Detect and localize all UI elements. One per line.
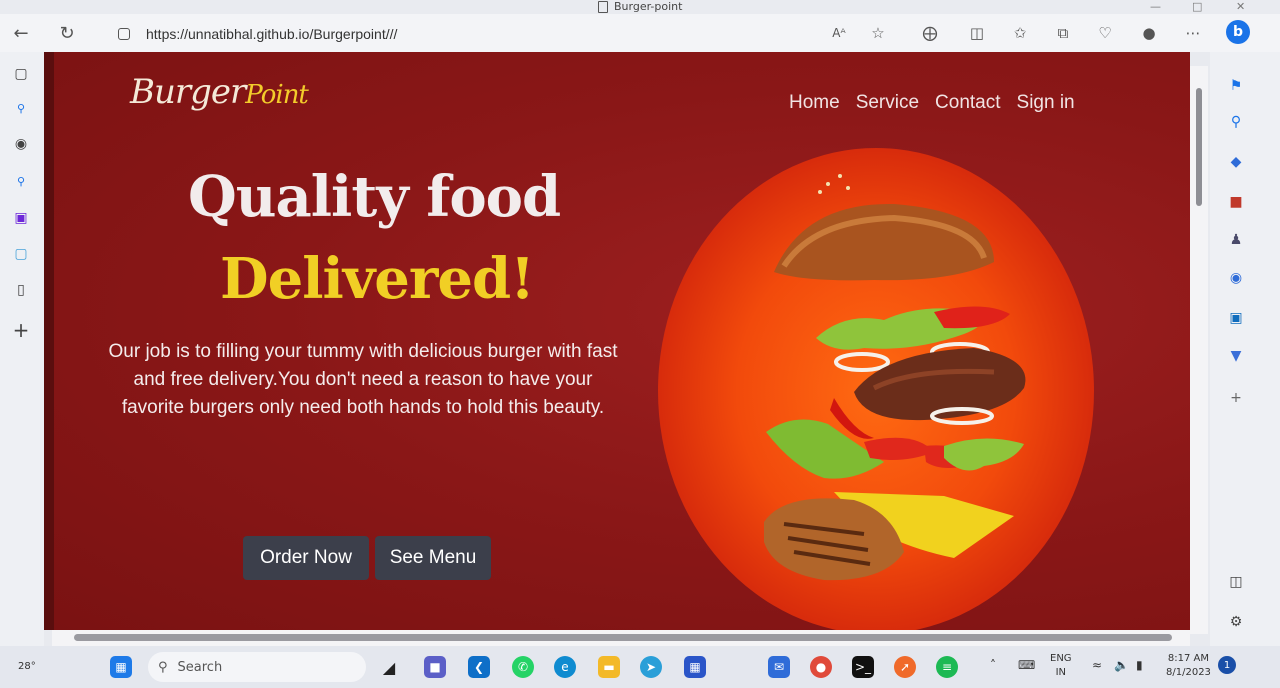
burger-illustration (764, 174, 1026, 581)
window-title-text: Burger-point (614, 0, 683, 13)
store-icon[interactable]: ▦ (684, 656, 706, 678)
postman-icon[interactable]: ➚ (894, 656, 916, 678)
hide-sidebar-icon[interactable]: ◫ (1226, 572, 1246, 592)
address-bar[interactable]: https://unnatibhal.github.io/Burgerpoint… (110, 20, 1210, 48)
site-logo[interactable]: BurgerPoint (130, 72, 309, 112)
order-now-button[interactable]: Order Now (243, 536, 369, 580)
weather-temp: 28° (18, 661, 36, 672)
chrome-icon[interactable]: ● (810, 656, 832, 678)
sidebar-search-icon[interactable]: ⚲ (1226, 112, 1246, 132)
url-text[interactable]: https://unnatibhal.github.io/Burgerpoint… (146, 26, 397, 42)
browser-toolbar: ← ↻ https://unnatibhal.github.io/Burgerp… (0, 14, 1280, 52)
edge-sidebar: ⚑ ⚲ ◆ ■ ♟ ◉ ▣ ▼ + ◫ ⚙ (1210, 52, 1280, 646)
collections-icon[interactable]: ⧉ (1054, 24, 1072, 42)
extensions-icon[interactable]: ⨁ (921, 24, 939, 42)
nav-contact-link[interactable]: Contact (935, 92, 1000, 114)
close-icon[interactable]: ✕ (1236, 0, 1245, 13)
logo-main-text: Burger (130, 72, 246, 112)
hero-heading-line1: Quality food (188, 164, 561, 230)
page-left-edge (44, 52, 54, 630)
copilot-icon[interactable]: b (1226, 20, 1250, 44)
region-code: IN (1055, 667, 1066, 678)
lock-icon[interactable] (118, 28, 130, 40)
hero-description: Our job is to filling your tummy with de… (108, 341, 618, 418)
favorite-star-icon[interactable]: ☆ (869, 24, 887, 42)
task-view-icon[interactable]: ◢ (378, 656, 400, 678)
vertical-tabs-bar: ▢ ⚲ ◉ ⚲ ▣ ▢ ▯ + (0, 52, 44, 646)
blue-tab-icon[interactable]: ▢ (11, 244, 31, 264)
website-viewport: BurgerPoint Home Service Contact Sign in… (44, 52, 1190, 630)
horizontal-scroll-thumb[interactable] (74, 634, 1172, 641)
shopping-tag-icon[interactable]: ◆ (1226, 152, 1246, 172)
search-icon: ⚲ (158, 659, 168, 675)
games-icon[interactable]: ♟ (1226, 230, 1246, 250)
taskbar-search-text: Search (177, 659, 223, 675)
browser-essentials-icon[interactable]: ♡ (1096, 24, 1114, 42)
tab-search-icon[interactable]: ⚲ (11, 98, 31, 118)
show-hidden-icons[interactable]: ˄ (990, 658, 996, 672)
vscode-icon[interactable]: ❮ (468, 656, 490, 678)
tools-icon[interactable]: ■ (1226, 192, 1246, 212)
battery-icon[interactable]: ▮ (1136, 658, 1143, 672)
hero-heading-line2: Delivered! (220, 246, 535, 312)
notification-badge[interactable]: 1 (1218, 656, 1236, 674)
site-nav: Home Service Contact Sign in (789, 92, 1075, 114)
page-tab-icon[interactable]: ▯ (11, 280, 31, 300)
language-code: ENG (1050, 653, 1072, 664)
read-aloud-icon[interactable]: Aᴬ (830, 24, 848, 42)
github-tab-icon[interactable]: ◉ (11, 134, 31, 154)
spotify-icon[interactable]: ≡ (936, 656, 958, 678)
taskbar-search[interactable]: ⚲ Search (148, 652, 366, 682)
nav-signin-link[interactable]: Sign in (1017, 92, 1075, 114)
outlook-icon[interactable]: ▣ (1226, 308, 1246, 328)
minimize-icon[interactable]: — (1150, 0, 1161, 13)
split-screen-icon[interactable]: ◫ (968, 24, 986, 42)
teams-chat-icon[interactable]: ■ (424, 656, 446, 678)
search-tab-icon[interactable]: ⚲ (11, 171, 31, 191)
start-icon[interactable]: ▦ (110, 656, 132, 678)
profile-icon[interactable]: ● (1140, 24, 1158, 42)
more-icon[interactable]: ⋯ (1184, 24, 1202, 42)
see-menu-button[interactable]: See Menu (375, 536, 491, 580)
sidebar-settings-icon[interactable]: ⚙ (1226, 612, 1246, 632)
logo-accent-text: Point (245, 80, 309, 110)
maximize-icon[interactable]: □ (1192, 0, 1202, 13)
telegram-icon[interactable]: ➤ (640, 656, 662, 678)
add-sidebar-app-icon[interactable]: + (1226, 388, 1246, 408)
edge-browser-icon[interactable]: e (554, 656, 576, 678)
language-indicator[interactable]: ENG IN (1050, 652, 1072, 680)
mail-icon[interactable]: ✉ (768, 656, 790, 678)
clock-time: 8:17 AM (1167, 653, 1210, 664)
microsoft-365-icon[interactable]: ◉ (1226, 268, 1246, 288)
whatsapp-icon[interactable]: ✆ (512, 656, 534, 678)
window-title: Burger-point (598, 0, 682, 13)
volume-icon[interactable]: 🔈 (1114, 658, 1129, 672)
page-icon (598, 0, 608, 13)
wifi-icon[interactable]: ≈ (1092, 658, 1102, 672)
weather-widget[interactable]: 28° (18, 660, 36, 674)
vertical-scrollbar[interactable] (1190, 66, 1208, 634)
terminal-icon[interactable]: >_ (852, 656, 874, 678)
horizontal-scrollbar[interactable] (52, 630, 1190, 646)
tab-actions-icon[interactable]: ▢ (11, 64, 31, 84)
keyboard-icon[interactable]: ⌨ (1018, 658, 1035, 672)
file-explorer-icon[interactable]: ▬ (598, 656, 620, 678)
drop-icon[interactable]: ▼ (1226, 346, 1246, 366)
window-title-bar: Burger-point — □ ✕ (0, 0, 1280, 14)
new-tab-icon[interactable]: + (11, 318, 31, 342)
back-icon[interactable]: ← (8, 20, 34, 46)
clock[interactable]: 8:17 AM 8/1/2023 (1166, 652, 1211, 680)
windows-taskbar: 28° ▦ ⚲ Search ◢ ■ ❮ ✆ e ▬ ➤ ▦ ✉ ● >_ ➚ … (0, 646, 1280, 688)
vertical-scroll-thumb[interactable] (1196, 88, 1202, 206)
nav-service-link[interactable]: Service (856, 92, 919, 114)
favorites-icon[interactable]: ✩ (1011, 24, 1029, 42)
notification-bell-icon[interactable]: ⚑ (1226, 76, 1246, 96)
nav-home-link[interactable]: Home (789, 92, 840, 114)
clock-date: 8/1/2023 (1166, 667, 1211, 678)
refresh-icon[interactable]: ↻ (54, 20, 80, 46)
app-tab-icon[interactable]: ▣ (11, 208, 31, 228)
